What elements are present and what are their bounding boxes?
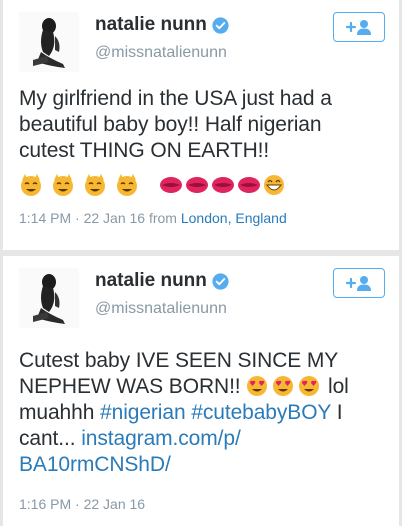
avatar[interactable] bbox=[19, 268, 79, 328]
tweet-text: Cutest baby IVE SEEN SINCE MY NEPHEW WAS… bbox=[19, 348, 389, 478]
hashtag-link[interactable]: #cutebabyBOY bbox=[191, 401, 331, 424]
tweet-text-line: NEPHEW WAS BORN!! lol bbox=[19, 374, 389, 400]
raised-hands-emoji bbox=[53, 174, 73, 196]
heart-eyes-emoji bbox=[273, 376, 294, 396]
tweet-card: natalie nunn @missnatalienunn Cutest bab… bbox=[3, 256, 399, 526]
kiss-mark-emoji bbox=[212, 177, 234, 193]
verified-badge-icon bbox=[212, 16, 229, 34]
display-name-text[interactable]: natalie nunn bbox=[95, 14, 207, 36]
tweet-meta: 1:14 PM · 22 Jan 16 from London, England bbox=[19, 210, 287, 226]
location-link[interactable]: London, England bbox=[181, 210, 287, 226]
follow-button[interactable] bbox=[333, 12, 385, 42]
avatar-image bbox=[19, 12, 79, 72]
tweet-text-line: beautiful baby boy!! Half nigerian bbox=[19, 113, 322, 136]
add-user-icon bbox=[345, 20, 371, 35]
tweet-text: My girlfriend in the USA just had a beau… bbox=[19, 86, 389, 164]
tweet-text-line: My girlfriend in the USA just had a bbox=[19, 87, 332, 110]
tweet-text-line: Cutest baby IVE SEEN SINCE MY bbox=[19, 349, 339, 372]
grinning-face-emoji bbox=[264, 175, 284, 195]
text-span: I bbox=[330, 401, 343, 424]
text-span: muahhh bbox=[19, 401, 101, 424]
heart-eyes-emoji bbox=[299, 376, 320, 396]
kiss-mark-emoji bbox=[238, 177, 260, 193]
follow-button[interactable] bbox=[333, 268, 385, 298]
heart-eyes-emoji-group bbox=[247, 376, 320, 396]
timestamp[interactable]: 1:14 PM · 22 Jan 16 from bbox=[19, 210, 181, 226]
display-name[interactable]: natalie nunn bbox=[95, 270, 229, 292]
emoji-group bbox=[21, 174, 284, 196]
tweet-text-line: BA10rmCNShD/ bbox=[19, 452, 389, 478]
tweet-meta: 1:16 PM · 22 Jan 16 bbox=[19, 496, 145, 512]
verified-badge-icon bbox=[212, 272, 229, 290]
raised-hands-emoji bbox=[21, 174, 41, 196]
kiss-mark-emoji bbox=[160, 177, 182, 193]
text-span: lol bbox=[322, 375, 349, 398]
url-link[interactable]: instagram.com/p/ bbox=[81, 427, 241, 450]
kiss-mark-emoji bbox=[186, 177, 208, 193]
display-name[interactable]: natalie nunn bbox=[95, 14, 229, 36]
heart-eyes-emoji bbox=[247, 376, 268, 396]
raised-hands-emoji bbox=[117, 174, 137, 196]
display-name-text[interactable]: natalie nunn bbox=[95, 270, 207, 292]
hashtag-link[interactable]: #nigerian bbox=[100, 401, 186, 424]
text-span: NEPHEW WAS BORN!! bbox=[19, 375, 247, 398]
timestamp[interactable]: 1:16 PM · 22 Jan 16 bbox=[19, 496, 145, 512]
tweet-text-line: muahhh #nigerian #cutebabyBOY I bbox=[19, 400, 389, 426]
tweet-card: natalie nunn @missnatalienunn My girlfri… bbox=[3, 0, 399, 250]
user-handle[interactable]: @missnatalienunn bbox=[95, 300, 227, 318]
raised-hands-emoji bbox=[85, 174, 105, 196]
tweet-text-line: cant... instagram.com/p/ bbox=[19, 426, 389, 452]
add-user-icon bbox=[345, 276, 371, 291]
text-span: cant... bbox=[19, 427, 82, 450]
emoji-row bbox=[19, 172, 319, 198]
url-link[interactable]: BA10rmCNShD/ bbox=[19, 453, 171, 476]
avatar[interactable] bbox=[19, 12, 79, 72]
user-handle[interactable]: @missnatalienunn bbox=[95, 44, 227, 62]
tweet-text-line: cutest THING ON EARTH!! bbox=[19, 139, 270, 162]
avatar-image bbox=[19, 268, 79, 328]
